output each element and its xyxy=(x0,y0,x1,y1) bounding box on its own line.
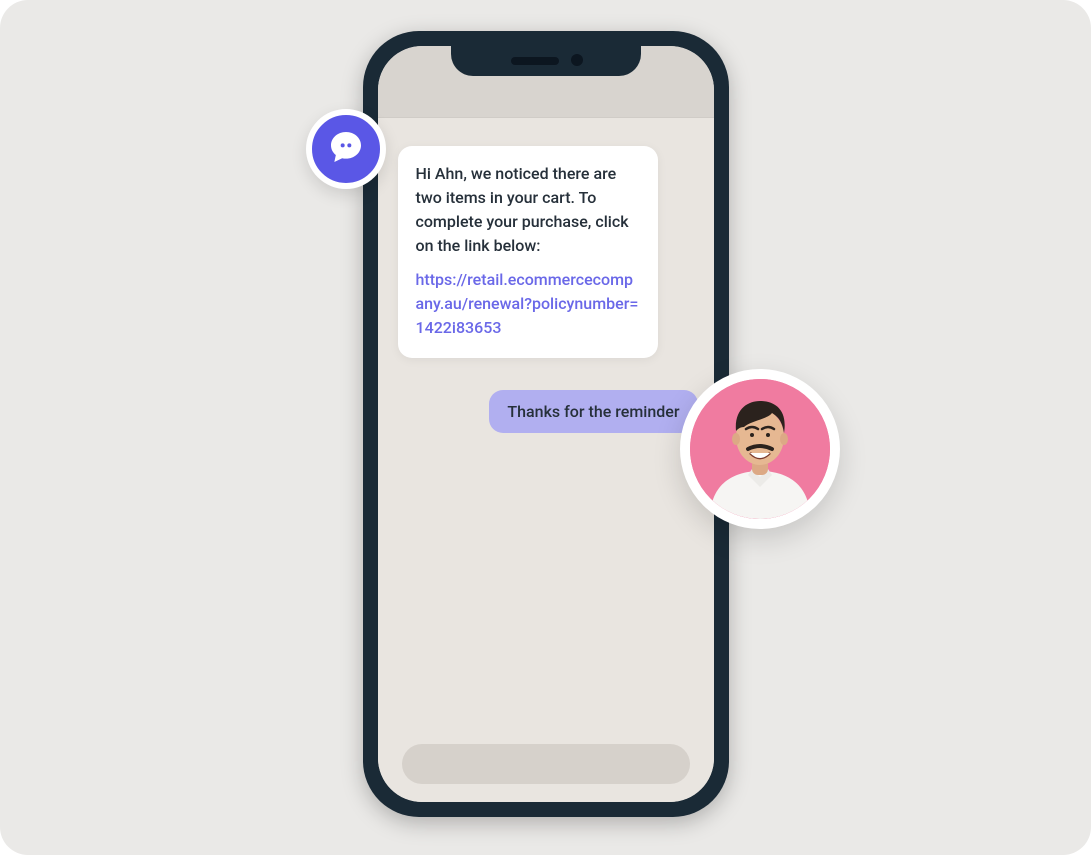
message-incoming-text: Hi Ahn, we noticed there are two items i… xyxy=(416,164,629,255)
phone-stage: Hi Ahn, we noticed there are two items i… xyxy=(346,23,746,833)
person-avatar-icon xyxy=(690,379,830,519)
compose-input[interactable] xyxy=(402,744,690,784)
message-link[interactable]: https://retail.ecommercecompany.au/renew… xyxy=(416,268,640,340)
message-outgoing: Thanks for the reminder xyxy=(489,390,697,433)
illustration-canvas: Hi Ahn, we noticed there are two items i… xyxy=(0,0,1091,855)
message-incoming: Hi Ahn, we noticed there are two items i… xyxy=(398,146,658,358)
chat-area: Hi Ahn, we noticed there are two items i… xyxy=(378,118,714,802)
phone-screen: Hi Ahn, we noticed there are two items i… xyxy=(378,46,714,802)
message-outgoing-text: Thanks for the reminder xyxy=(507,402,679,421)
phone-frame: Hi Ahn, we noticed there are two items i… xyxy=(363,31,729,817)
phone-notch xyxy=(451,46,641,76)
sender-badge xyxy=(306,109,386,189)
chat-bubble-icon xyxy=(326,127,366,171)
nav-bar xyxy=(378,76,714,118)
user-avatar xyxy=(680,369,840,529)
